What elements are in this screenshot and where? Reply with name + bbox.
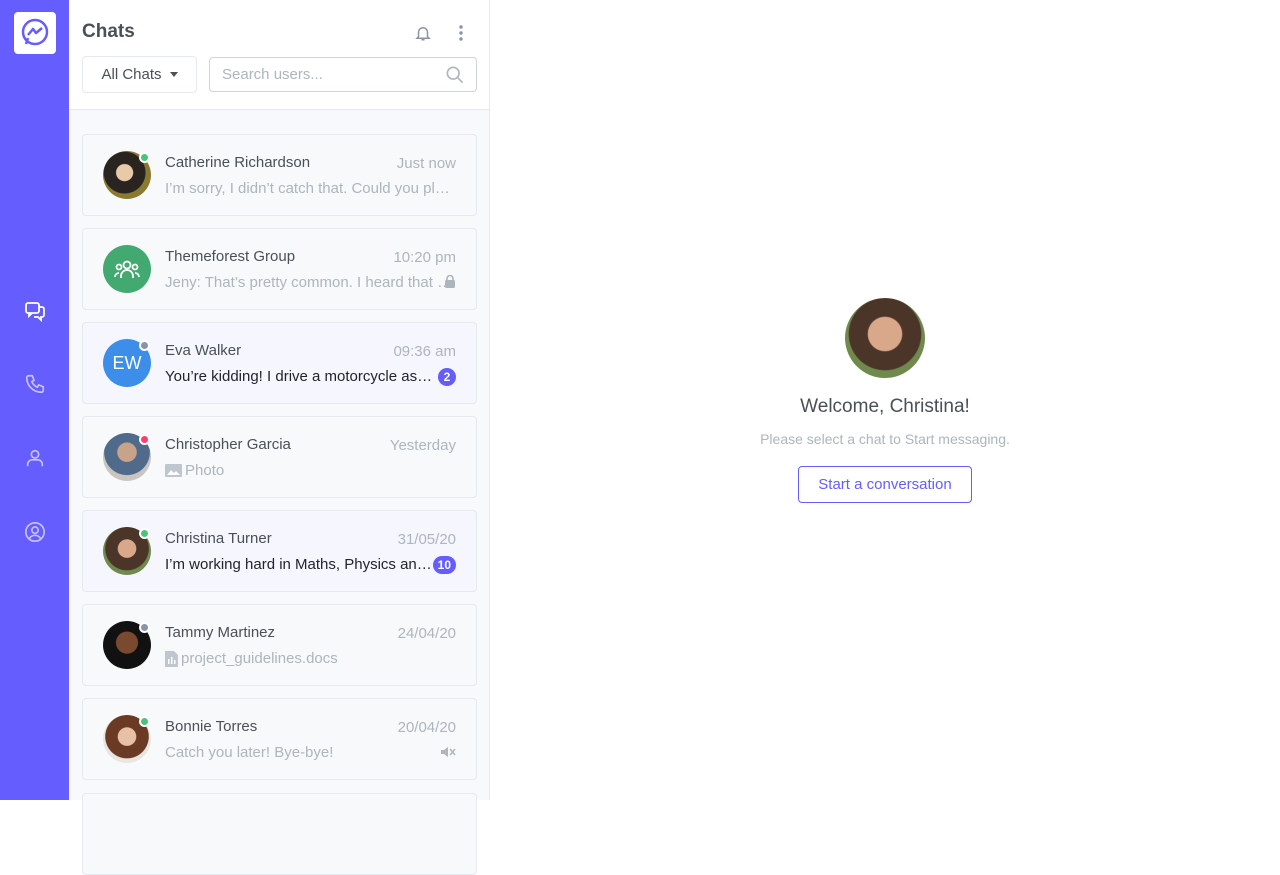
search-box — [209, 57, 477, 92]
welcome-title: Welcome, Christina! — [800, 396, 970, 417]
chat-preview-text: You’re kidding! I drive a motorcycle as … — [165, 368, 435, 385]
search-input[interactable] — [210, 58, 430, 91]
chat-item[interactable]: Themeforest Group 10:20 pm Jeny: That’s pr… — [82, 228, 477, 310]
chat-preview-text: Photo — [185, 462, 225, 479]
chat-preview: Catch you later! Bye-bye! — [165, 744, 457, 761]
chat-name: Eva Walker — [165, 342, 242, 359]
caret-down-icon — [169, 72, 178, 77]
mute-icon — [440, 745, 456, 764]
chat-list-panel: Chats All Chats Catherine Richardson Just… — [69, 0, 490, 875]
page-title: Chats — [82, 21, 135, 42]
chat-item[interactable]: Christopher Garcia Yesterday Photo — [82, 416, 477, 498]
chat-preview-text: Catch you later! Bye-bye! — [165, 744, 334, 761]
welcome-subtitle: Please select a chat to Start messaging. — [760, 431, 1010, 447]
more-vertical-icon[interactable] — [450, 22, 472, 44]
chat-item[interactable]: EW Eva Walker 09:36 am You’re kidding! I dr… — [82, 322, 477, 404]
chat-name: Themeforest Group — [165, 248, 296, 265]
chat-preview: Jeny: That’s pretty common. I heard that… — [165, 274, 457, 291]
chat-item[interactable]: Bonnie Torres 20/04/20 Catch you later! By… — [82, 698, 477, 780]
chat-item[interactable]: Christina Turner 31/05/20 I’m working hard… — [82, 510, 477, 592]
chat-preview-text: Jeny: That’s pretty common. I heard that… — [165, 274, 457, 291]
chat-name: Catherine Richardson — [165, 154, 311, 171]
chat-list-header: Chats All Chats — [69, 0, 489, 110]
chat-name: Christina Turner — [165, 530, 272, 547]
user-circle-icon[interactable] — [22, 519, 48, 545]
chat-time: 20/04/20 — [397, 719, 456, 736]
avatar-initials: EW — [112, 352, 142, 373]
chat-name: Christopher Garcia — [165, 436, 291, 453]
lock-icon — [444, 274, 456, 293]
status-away-indicator — [139, 622, 150, 633]
chat-time: 31/05/20 — [397, 531, 456, 548]
image-icon — [165, 463, 182, 478]
status-online-indicator — [139, 152, 150, 163]
unread-badge: 10 — [432, 556, 456, 574]
chat-preview-text: I’m working hard in Maths, Physics and C… — [165, 556, 435, 573]
welcome-area: Welcome, Christina! Please select a chat… — [490, 0, 1280, 800]
bell-icon[interactable] — [412, 22, 434, 44]
status-busy-indicator — [139, 434, 150, 445]
avatar — [103, 245, 151, 293]
chat-item[interactable]: Tammy Martinez 24/04/20 project_guidelines… — [82, 604, 477, 686]
chat-filter-dropdown[interactable]: All Chats — [82, 56, 197, 93]
chat-preview: I’m working hard in Maths, Physics and C… — [165, 556, 435, 573]
chat-time: 24/04/20 — [397, 625, 456, 642]
chat-name: Bonnie Torres — [165, 718, 258, 735]
status-online-indicator — [139, 716, 150, 727]
chat-time: Yesterday — [389, 437, 456, 454]
chat-time: Just now — [396, 155, 456, 172]
start-conversation-button[interactable]: Start a conversation — [798, 466, 972, 503]
chat-preview: I’m sorry, I didn’t catch that. Could yo… — [165, 180, 457, 197]
file-icon — [165, 650, 178, 667]
chat-icon[interactable] — [22, 298, 48, 324]
status-online-indicator — [139, 528, 150, 539]
chat-time: 10:20 pm — [393, 249, 456, 266]
avatar — [845, 298, 925, 378]
phone-icon[interactable] — [22, 371, 48, 397]
nav-rail — [0, 0, 69, 800]
chat-item[interactable]: Catherine Richardson Just now I’m sorry, I… — [82, 134, 477, 216]
chat-name: Tammy Martinez — [165, 624, 276, 641]
chat-preview-text: I’m sorry, I didn’t catch that. Could yo… — [165, 180, 457, 197]
chat-preview: project_guidelines.docs — [165, 650, 457, 667]
chat-item-partial[interactable] — [82, 793, 477, 875]
chat-time: 09:36 am — [393, 343, 456, 360]
chat-preview-text: project_guidelines.docs — [181, 650, 338, 667]
search-icon[interactable] — [446, 66, 464, 89]
chat-preview: You’re kidding! I drive a motorcycle as … — [165, 368, 435, 385]
messenger-logo-icon[interactable] — [14, 12, 56, 54]
chat-preview: Photo — [165, 462, 457, 479]
users-icon[interactable] — [22, 445, 48, 471]
status-away-indicator — [139, 340, 150, 351]
filter-label: All Chats — [101, 66, 162, 83]
unread-badge: 2 — [438, 368, 456, 386]
